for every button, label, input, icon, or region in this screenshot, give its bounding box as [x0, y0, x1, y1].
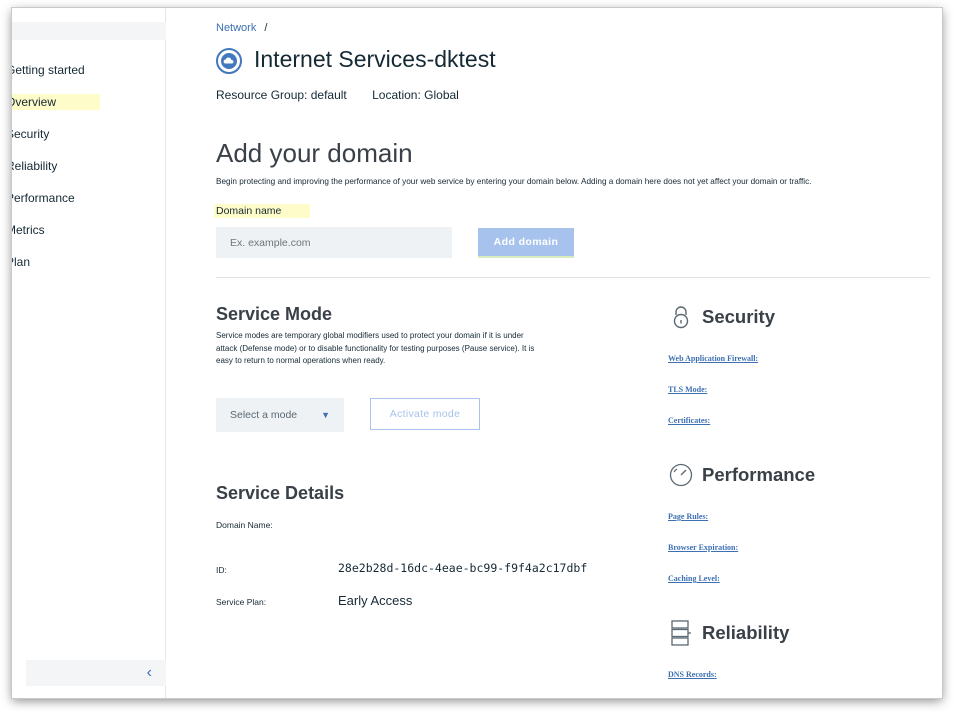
link-web-application-firewall[interactable]: Web Application Firewall: — [668, 354, 758, 363]
performance-title: Performance — [702, 464, 816, 485]
sidebar-item-metrics[interactable]: Metrics — [12, 221, 166, 253]
security-title: Security — [702, 306, 776, 327]
security-heading: Security — [668, 304, 775, 330]
collapse-sidebar-icon[interactable]: ‹ — [147, 664, 152, 682]
resource-group-value: default — [310, 88, 347, 102]
sidebar-nav: Getting started Overview Security Reliab… — [12, 61, 166, 285]
caret-down-icon: ▼ — [321, 410, 330, 420]
service-plan-value: Early Access — [338, 593, 413, 608]
add-domain-title: Add your domain — [216, 138, 413, 168]
sidebar-item-plan[interactable]: Plan — [12, 253, 166, 285]
right-column: Security Web Application Firewall: TLS M… — [668, 8, 938, 698]
link-tls-mode[interactable]: TLS Mode: — [668, 385, 707, 394]
sidebar-item-security[interactable]: Security — [12, 125, 166, 157]
mode-select-placeholder: Select a mode — [230, 409, 298, 421]
sidebar: Getting started Overview Security Reliab… — [12, 8, 166, 698]
id-value: 28e2b28d-16dc-4eae-bc99-f9f4a2c17dbf — [338, 561, 588, 575]
link-dns-records[interactable]: DNS Records: — [668, 670, 717, 679]
reliability-heading: Reliability — [668, 620, 789, 646]
link-caching-level[interactable]: Caching Level: — [668, 574, 720, 583]
resource-group-label: Resource Group: — [216, 88, 308, 102]
app-window: Getting started Overview Security Reliab… — [12, 8, 942, 698]
sidebar-item-label: Getting started — [12, 63, 85, 77]
sidebar-item-getting-started[interactable]: Getting started — [12, 61, 166, 93]
cloud-icon — [216, 48, 242, 74]
mode-select[interactable]: Select a mode ▼ — [216, 398, 344, 432]
domain-name-detail-label: Domain Name: — [216, 520, 273, 530]
performance-heading: Performance — [668, 462, 815, 488]
link-certificates[interactable]: Certificates: — [668, 416, 710, 425]
id-label: ID: — [216, 565, 227, 575]
breadcrumb: Network / — [216, 22, 267, 34]
domain-name-label: Domain name — [214, 204, 310, 218]
main-content: Network / Internet Services-dktest Resour… — [214, 8, 938, 698]
sidebar-item-label: Metrics — [12, 223, 45, 237]
link-page-rules[interactable]: Page Rules: — [668, 512, 708, 521]
resource-meta: Resource Group: default Location: Global — [216, 88, 459, 102]
activate-mode-button[interactable]: Activate mode — [370, 398, 480, 430]
sidebar-item-performance[interactable]: Performance — [12, 189, 166, 221]
service-plan-label: Service Plan: — [216, 597, 267, 607]
sidebar-item-label: Overview — [12, 95, 57, 109]
service-details-title: Service Details — [216, 483, 345, 503]
location-value: Global — [424, 88, 459, 102]
location-label: Location: — [372, 88, 421, 102]
domain-name-input[interactable] — [216, 227, 452, 258]
add-domain-button[interactable]: Add domain — [478, 228, 574, 258]
sidebar-footer: ‹ — [26, 660, 166, 686]
breadcrumb-link-network[interactable]: Network — [216, 22, 256, 34]
sidebar-item-overview[interactable]: Overview — [12, 93, 166, 125]
lock-icon — [668, 304, 694, 330]
sidebar-header-bar — [12, 22, 166, 40]
link-browser-expiration[interactable]: Browser Expiration: — [668, 543, 738, 552]
speedometer-icon — [668, 462, 694, 488]
service-mode-title: Service Mode — [216, 304, 333, 324]
sidebar-item-label: Reliability — [12, 159, 58, 173]
reliability-title: Reliability — [702, 622, 790, 643]
sidebar-item-label: Security — [12, 127, 50, 141]
server-icon — [668, 620, 694, 646]
service-mode-description: Service modes are temporary global modif… — [216, 331, 535, 365]
page-title: Internet Services-dktest — [254, 46, 496, 72]
sidebar-item-reliability[interactable]: Reliability — [12, 157, 166, 189]
domain-name-label-text: Domain name — [216, 205, 282, 217]
breadcrumb-separator: / — [264, 22, 268, 34]
sidebar-item-label: Plan — [12, 255, 31, 269]
sidebar-item-label: Performance — [12, 191, 75, 205]
